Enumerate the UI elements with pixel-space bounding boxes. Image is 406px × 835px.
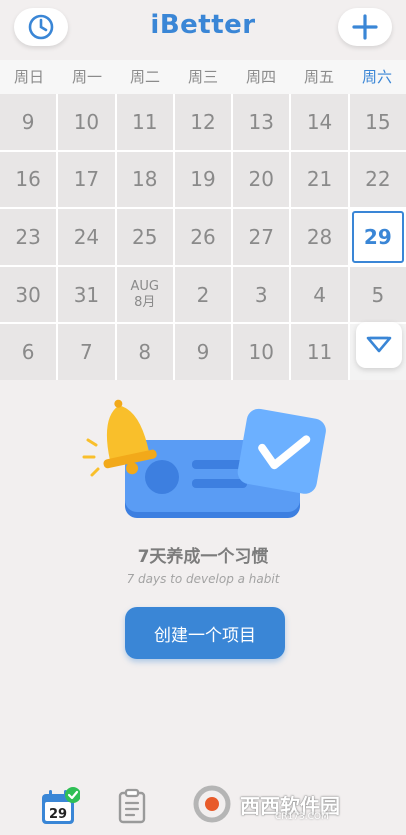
calendar-day[interactable]: 9 [0, 94, 57, 150]
calendar-day[interactable]: 11 [291, 324, 348, 380]
calendar-day[interactable]: 15 [349, 94, 406, 150]
calendar-day[interactable]: 10 [58, 94, 115, 150]
weekday-sun: 周日 [13, 68, 44, 86]
collapse-calendar-button[interactable] [356, 322, 402, 368]
calendar-day[interactable]: 26 [174, 209, 232, 265]
calendar-day[interactable]: 17 [58, 151, 115, 208]
calendar-day[interactable]: 20 [233, 151, 290, 208]
calendar-day[interactable]: 12 [174, 94, 232, 150]
empty-state-subtitle: 7 days to develop a habit [126, 572, 280, 586]
calendar-day[interactable]: 19 [174, 151, 232, 208]
month-label: AUG [130, 278, 159, 294]
header: iBetter [0, 0, 406, 60]
calendar-day[interactable]: 25 [116, 209, 173, 265]
weekday-wed: 周三 [187, 68, 218, 86]
calendar-day[interactable]: 30 [0, 266, 57, 323]
calendar-day[interactable]: 18 [116, 151, 173, 208]
month-label-cn: 8月 [134, 294, 156, 310]
bottom-nav: 29 西西软件园 CR173.COM [0, 770, 406, 835]
calendar-day[interactable]: 7 [58, 324, 115, 380]
weekday-mon: 周一 [71, 68, 102, 86]
weekday-row: 周日 周一 周二 周三 周四 周五 周六 [0, 60, 406, 94]
empty-state-title: 7天养成一个习惯 [137, 547, 269, 567]
calendar-grid: 9 10 11 12 13 14 15 16 17 18 19 20 21 22… [0, 94, 406, 380]
calendar-day[interactable]: 3 [233, 266, 290, 323]
calendar-day[interactable]: 4 [291, 266, 348, 323]
calendar-day[interactable]: 9 [174, 324, 232, 380]
watermark-logo-icon [193, 785, 231, 823]
weekday-sat: 周六 [361, 68, 392, 86]
calendar-day[interactable]: 6 [0, 324, 57, 380]
calendar-day[interactable]: 31 [58, 266, 115, 323]
calendar-day[interactable]: 24 [58, 209, 115, 265]
calendar-day-month-start[interactable]: AUG 8月 [116, 266, 173, 323]
nav-calendar-tab[interactable]: 29 [40, 786, 81, 826]
chevron-down-icon [366, 336, 392, 353]
weekday-fri: 周五 [303, 68, 334, 86]
calendar-day[interactable]: 8 [116, 324, 173, 380]
calendar-day[interactable]: 22 [349, 151, 406, 208]
clipboard-icon [118, 788, 146, 824]
nav-list-tab[interactable] [117, 788, 147, 824]
plus-icon [352, 14, 378, 40]
weekday-tue: 周二 [129, 68, 160, 86]
calendar-icon: 29 [42, 787, 81, 824]
watermark-subtext: CR173.COM [275, 812, 329, 822]
add-button[interactable] [338, 8, 392, 46]
calendar-day[interactable]: 10 [233, 324, 290, 380]
create-project-button[interactable]: 创建一个项目 [125, 607, 285, 659]
weekday-thu: 周四 [245, 68, 276, 86]
watermark: 西西软件园 CR173.COM [190, 784, 400, 824]
calendar-icon-day: 29 [49, 807, 67, 822]
calendar-day[interactable]: 14 [291, 94, 348, 150]
calendar-day[interactable]: 2 [174, 266, 232, 323]
calendar-day[interactable]: 21 [291, 151, 348, 208]
calendar-day[interactable]: 23 [0, 209, 57, 265]
calendar-day-today[interactable]: 29 [351, 211, 404, 263]
calendar-day[interactable]: 16 [0, 151, 57, 208]
calendar-day[interactable]: 27 [233, 209, 290, 265]
habit-illustration [82, 399, 326, 518]
calendar-day[interactable]: 28 [291, 209, 348, 265]
calendar-day[interactable]: 13 [233, 94, 290, 150]
calendar-day[interactable]: 5 [349, 266, 406, 323]
calendar-day[interactable]: 11 [116, 94, 173, 150]
